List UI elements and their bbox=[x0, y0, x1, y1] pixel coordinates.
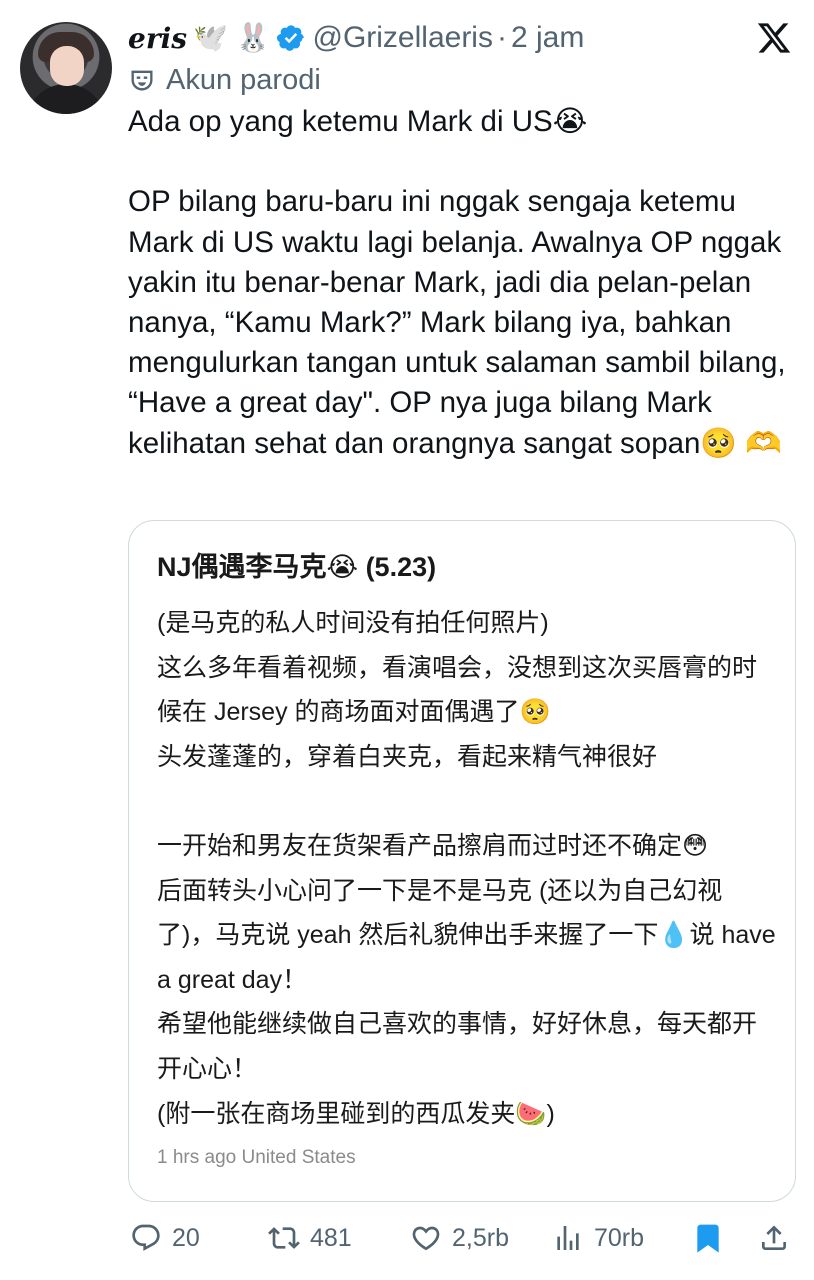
repost-count: 481 bbox=[310, 1223, 352, 1252]
like-icon bbox=[412, 1226, 440, 1251]
parody-label: Akun parodi bbox=[128, 60, 321, 100]
bookmark-icon bbox=[697, 1224, 719, 1253]
mask-icon bbox=[128, 66, 156, 94]
tweet-text: Ada op yang ketemu Mark di US😭 OP bilang… bbox=[128, 105, 786, 460]
quoted-post-card[interactable]: NJ偶遇李马克😭 (5.23) (是马克的私人时间没有拍任何照片) 这么多年看着… bbox=[128, 520, 796, 1202]
views-count: 70rb bbox=[594, 1223, 645, 1252]
bookmark-button[interactable] bbox=[692, 1212, 724, 1264]
views-button[interactable]: 70rb bbox=[552, 1212, 644, 1264]
reply-icon bbox=[132, 1224, 160, 1251]
like-button[interactable]: 2,5rb bbox=[410, 1212, 509, 1264]
reply-count: 20 bbox=[172, 1223, 200, 1252]
separator-dot: · bbox=[496, 21, 507, 54]
views-icon bbox=[557, 1226, 579, 1250]
share-icon bbox=[762, 1225, 786, 1250]
repost-icon bbox=[268, 1227, 300, 1249]
share-button[interactable] bbox=[758, 1212, 790, 1264]
parody-text: Akun parodi bbox=[166, 63, 321, 96]
quote-meta: 1 hrs ago United States bbox=[157, 1147, 356, 1168]
tweet-time[interactable]: 2 jam bbox=[511, 21, 584, 55]
x-logo-icon[interactable] bbox=[756, 20, 792, 56]
quote-body: (是马克的私人时间没有拍任何照片) 这么多年看着视频，看演唱会，没想到这次买唇膏… bbox=[157, 609, 776, 1128]
like-count: 2,5rb bbox=[452, 1223, 509, 1252]
name-emojis: 🕊️ 🐰 bbox=[192, 22, 271, 53]
quote-title: NJ偶遇李马克😭 (5.23) bbox=[157, 552, 437, 582]
author-handle[interactable]: @Grizellaeris bbox=[312, 21, 492, 55]
verified-badge-icon bbox=[276, 23, 306, 53]
reply-button[interactable]: 20 bbox=[130, 1212, 200, 1264]
author-name[interactable]: eris bbox=[128, 22, 187, 55]
tweet-header: eris 🕊️ 🐰 @Grizellaeris · 2 jam bbox=[128, 18, 584, 58]
action-bar: 20 481 2,5rb 70rb bbox=[0, 1212, 814, 1264]
avatar[interactable] bbox=[20, 22, 112, 114]
repost-button[interactable]: 481 bbox=[268, 1212, 352, 1264]
